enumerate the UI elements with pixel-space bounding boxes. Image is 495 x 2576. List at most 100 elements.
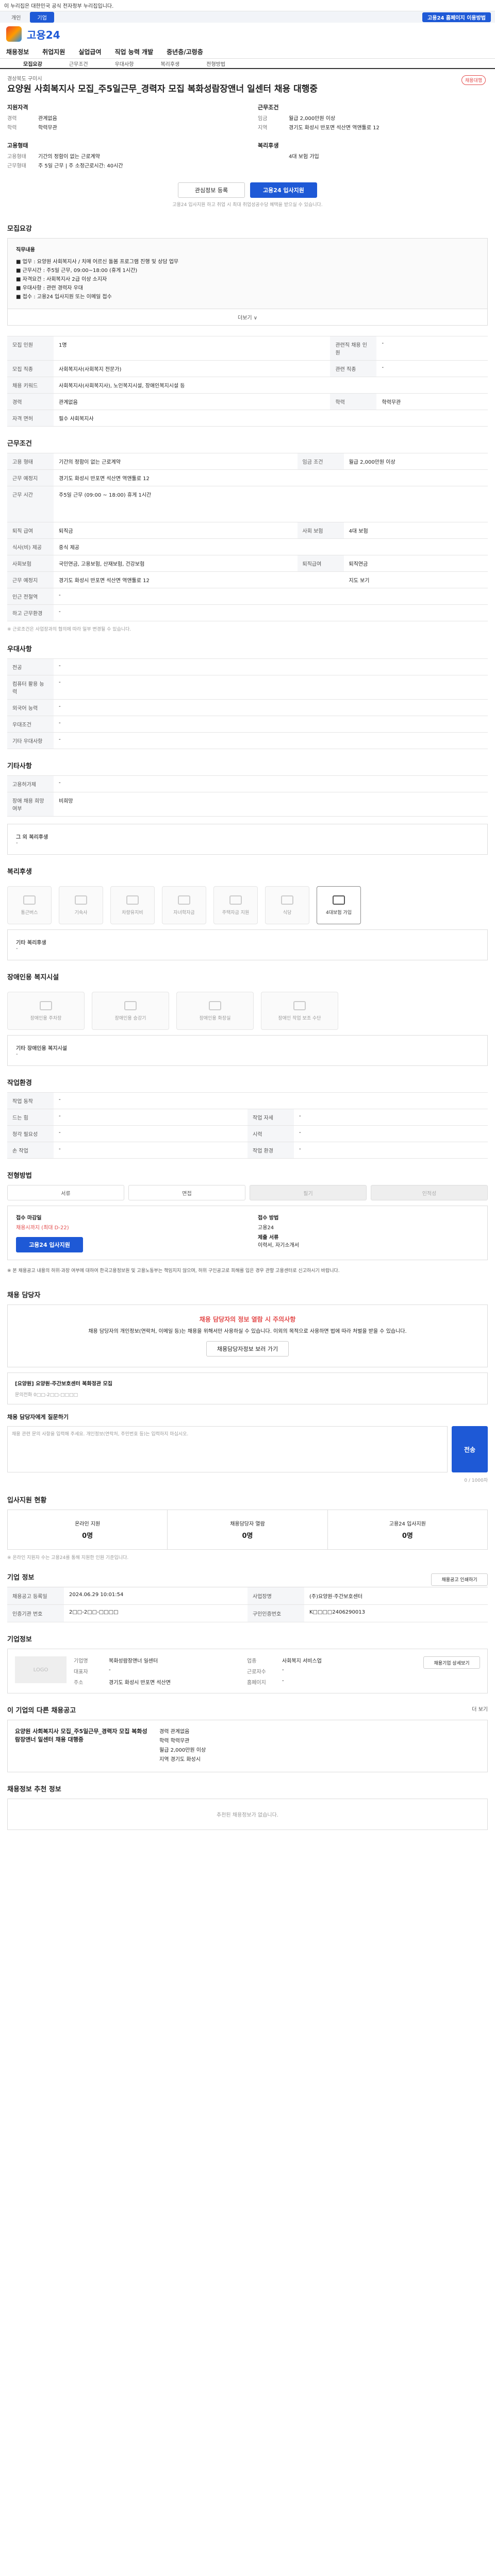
desc-line: ■ 접수 : 고용24 입사지원 또는 이메일 접수	[16, 294, 112, 300]
similar-info: 지역 경기도 화성시	[159, 1757, 201, 1762]
box-title: 그 외 복리후생	[16, 835, 48, 840]
cell-key: 인근 전철역	[7, 588, 54, 605]
section-title: 복리후생	[7, 868, 32, 876]
welfare-house-icon: 주택자금 지원	[213, 886, 258, 924]
map-button[interactable]: 지도 보기	[343, 571, 488, 588]
welfare-label: 자녀학자금	[173, 910, 195, 916]
section-tab[interactable]: 전형방법	[206, 60, 225, 67]
cell-key: 시력	[248, 1125, 294, 1142]
section-title: 채용 담당자	[7, 1292, 41, 1299]
desc-line: ■ 근무시간 : 주5일 근무, 09:00~18:00 (휴게 1시간)	[16, 268, 138, 274]
cell-key: 전공	[7, 658, 54, 675]
cell-value: -	[294, 1109, 488, 1126]
cell-value: -	[294, 1125, 488, 1142]
similar-card[interactable]: 요양원 사회복지사 모집_주5일근무_경력자 모집 복화성람장앤너 일센터 채용…	[7, 1720, 488, 1772]
cell-value: -	[54, 1092, 488, 1109]
work-note: ※ 근로조건은 사업장과의 협의에 따라 일부 변경될 수 있습니다.	[7, 627, 131, 632]
pref-table: 전공 - 컴퓨터 활용 능력 - 외국어 능력 - 우대조건 - 기타 우대사항 -	[7, 658, 488, 749]
scrap-button[interactable]: 관심정보 등록	[178, 182, 245, 198]
summary-value: 월급 2,000만원 이상	[289, 116, 336, 122]
warning-body: 채용 담당자의 개인정보(연락처, 이메일 등)는 채용을 위해서만 사용하실 …	[88, 1329, 407, 1334]
more-button[interactable]: 더보기 ∨	[7, 309, 488, 326]
step-aptitude: 인적성	[371, 1185, 488, 1200]
company-detail-button[interactable]: 채용기업 상세보기	[423, 1656, 480, 1669]
inquiry-input[interactable]: 채용 관련 문의 사항을 입력해 주세요. 개인정보(연락처, 주민번호 등)는…	[7, 1426, 448, 1472]
section-title: 모집요강	[7, 225, 32, 233]
company-section: 기업정보 LOGO 기업명 복화성람장앤너 일센터 업종 사회복지 서비스업 대표자 -…	[0, 1624, 495, 1696]
aid-icon: 장애인 작업 보조 수단	[261, 992, 338, 1030]
nav-item[interactable]: 직업 능력 개발	[115, 47, 154, 56]
view-contact-button[interactable]: 채용담당자정보 보러 가기	[206, 1341, 289, 1357]
section-tab[interactable]: 우대사항	[115, 60, 134, 67]
cell-key: 경력	[7, 393, 54, 410]
stat-label: 고용24 입사지원	[389, 1521, 426, 1527]
section-tab[interactable]: 근무조건	[69, 60, 88, 67]
tab-company[interactable]: 기업	[30, 11, 54, 23]
gov-notice: 이 누리집은 대한민국 공식 전자정부 누리집입니다.	[0, 0, 495, 11]
co-key: 홈페이지	[247, 1680, 266, 1686]
section-title: 우대사항	[7, 646, 32, 653]
cell-key: 외국어 능력	[7, 699, 54, 716]
nav-item[interactable]: 실업급여	[78, 47, 101, 56]
apply-button-2[interactable]: 고용24 입사지원	[16, 1237, 83, 1252]
cell-key: 퇴직급여	[297, 555, 344, 572]
welfare-label: 통근버스	[21, 910, 38, 916]
cell-value: -	[54, 1125, 248, 1142]
cell-value: 기간의 정함이 없는 근로계약	[54, 453, 298, 470]
tab-personal[interactable]: 개인	[4, 12, 28, 23]
job-header: 경상북도 구미시 요양원 사회복지사 모집_주5일근무_경력자 모집 복화성람장…	[0, 69, 495, 99]
co-key: 대표자	[74, 1669, 88, 1675]
cell-value: -	[54, 732, 488, 749]
section-tab[interactable]: 모집요강	[23, 60, 42, 67]
disabled-label: 장애인용 승강기	[114, 1015, 146, 1021]
cell-value: -	[376, 336, 488, 361]
cell-key: 채용 키워드	[7, 377, 54, 394]
guide-link[interactable]: 고용24 홈페이지 이용방법	[422, 12, 491, 22]
cell-value: 사회복지사(사회복지사), 노인복지시설, 장애인복지시설 등	[54, 377, 488, 394]
cell-value: 주5일 근무 (09:00 ~ 18:00) 휴게 1시간	[54, 486, 488, 522]
nav-item[interactable]: 채용정보	[6, 47, 29, 56]
cell-value: -	[54, 658, 488, 675]
cell-key: 관련직 채용 인원	[330, 336, 377, 361]
logo-icon[interactable]	[6, 26, 22, 42]
section-title: 이 기업의 다른 채용공고	[7, 1707, 76, 1715]
welfare-label: 기숙사	[74, 910, 88, 916]
cell-key: 작업 동작	[7, 1092, 54, 1109]
section-title: 장애인용 복지시설	[7, 974, 59, 981]
cell-key: 장애 채용 희망 여부	[7, 792, 54, 817]
cell-value: 경기도 화성시 반포면 석산면 역앤툴로 12	[54, 571, 344, 588]
disclaimer: ※ 본 채용공고 내용의 허위·과장 여부에 대하여 한국고용정보원 및 고용노…	[7, 1268, 340, 1274]
apply-key: 접수 마감일	[16, 1215, 42, 1221]
cell-value: 2□□-2□□-□□□□	[64, 1605, 248, 1622]
welfare-label: 주택자금 지원	[222, 910, 250, 916]
welfare-section: 복리후생 통근버스 기숙사 차량유지비 자녀학자금 주택자금 지원 식당 4대보…	[0, 857, 495, 962]
box-value: -	[16, 1052, 18, 1057]
cell-key: 컴퓨터 활용 능력	[7, 675, 54, 700]
cell-value: 필수 사회복지사	[54, 410, 488, 427]
cell-value: (주)요양원·주간보호센터	[304, 1587, 488, 1605]
process-section: 전형방법 서류 면접 필기 인적성 접수 마감일 접수 방법 채용시까지 (최대…	[0, 1161, 495, 1262]
apply-button[interactable]: 고용24 입사지원	[250, 182, 317, 198]
job-title: 요양원 사회복지사 모집_주5일근무_경력자 모집 복화성람장앤너 일센터 채용…	[7, 84, 318, 94]
logo-text[interactable]: 고용24	[27, 27, 60, 42]
summary-key: 임금	[258, 116, 268, 122]
cell-value: 관계없음	[54, 393, 331, 410]
similar-more-link[interactable]: 더 보기	[472, 1705, 488, 1720]
section-title: 기업 정보	[7, 1574, 35, 1582]
nav-item[interactable]: 취업지원	[42, 47, 65, 56]
nav-item[interactable]: 중년층/고령층	[167, 47, 203, 56]
job-badge: 채용대행	[461, 75, 486, 85]
section-tab[interactable]: 복리후생	[160, 60, 179, 67]
recommend-empty: 추천된 채용정보가 없습니다.	[7, 1799, 488, 1830]
summary-value: 4대 보험 가입	[289, 154, 319, 160]
similar-title[interactable]: 요양원 사회복지사 모집_주5일근무_경력자 모집 복화성람장앤너 일센터 채용…	[15, 1727, 149, 1765]
co-value: -	[109, 1667, 111, 1673]
company-card: LOGO 기업명 복화성람장앤너 일센터 업종 사회복지 서비스업 대표자 - 근로자수 -…	[7, 1649, 488, 1693]
cell-key: 모집 인원	[7, 336, 54, 361]
print-button[interactable]: 채용공고 인쇄하기	[431, 1573, 488, 1586]
cell-value: K□□□□2406290013	[304, 1605, 488, 1622]
cell-key: 사회 보험	[297, 522, 344, 539]
header: 고용24	[0, 23, 495, 45]
apply-deadline: 채용시까지 (최대 D-22)	[16, 1225, 69, 1231]
send-button[interactable]: 전송	[452, 1426, 488, 1472]
